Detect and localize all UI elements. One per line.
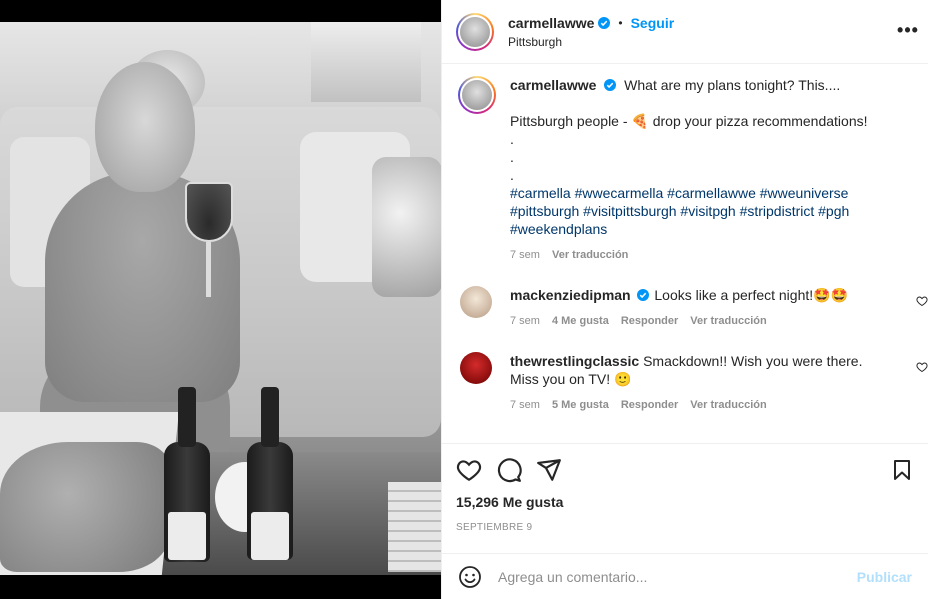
photo-pizza	[0, 442, 170, 572]
comment-meta: 7 sem 4 Me gusta Responder Ver traducció…	[510, 312, 890, 330]
photo-pillow	[372, 157, 441, 297]
small-heart-icon[interactable]	[916, 360, 928, 373]
photo-books	[388, 482, 441, 572]
post-header: carmellawwe • Seguir Pittsburgh •••	[442, 0, 928, 64]
photo-wine-bottle	[247, 387, 293, 560]
commenter-avatar[interactable]	[460, 286, 492, 318]
author-username[interactable]: carmellawwe	[508, 15, 594, 31]
publish-button[interactable]: Publicar	[857, 569, 912, 585]
post-actions: 15,296 Me gusta SEPTIEMBRE 9	[442, 443, 928, 553]
photo-wine-glass-stem	[206, 242, 211, 297]
caption-time[interactable]: 7 sem	[510, 246, 540, 264]
add-comment-bar: Publicar	[442, 553, 928, 599]
share-icon[interactable]	[536, 457, 562, 483]
more-icon[interactable]: •••	[896, 20, 920, 41]
verified-icon	[598, 16, 611, 29]
photo-wine-bottle	[164, 387, 210, 562]
comment-text: Looks like a perfect night!🤩🤩	[654, 287, 849, 303]
caption-text: What are my plans tonight? This....	[624, 77, 841, 93]
emoji-icon[interactable]	[458, 565, 482, 589]
post-media	[0, 0, 441, 599]
caption-avatar[interactable]	[458, 76, 496, 114]
translate-button[interactable]: Ver traducción	[690, 396, 766, 414]
small-heart-icon[interactable]	[916, 294, 928, 307]
likes-count[interactable]: 15,296 Me gusta	[456, 494, 914, 510]
caption-hashtags[interactable]: #weekendplans	[510, 220, 868, 238]
reply-button[interactable]: Responder	[621, 396, 678, 414]
author-avatar[interactable]	[456, 12, 494, 51]
caption-hashtags[interactable]: #pittsburgh #visitpittsburgh #visitpgh #…	[510, 202, 868, 220]
verified-icon	[604, 79, 617, 91]
comment-icon[interactable]	[496, 457, 522, 483]
caption-dot: .	[510, 167, 514, 183]
action-icons	[456, 456, 914, 484]
caption-dot: .	[510, 131, 514, 147]
comment-time[interactable]: 7 sem	[510, 312, 540, 330]
comment-body: mackenziedipman Looks like a perfect nig…	[510, 286, 890, 330]
caption-hashtags[interactable]: #carmella #wwecarmella #carmellawwe #wwe…	[510, 184, 868, 202]
comment-likes[interactable]: 4 Me gusta	[552, 312, 609, 330]
reply-button[interactable]: Responder	[621, 312, 678, 330]
follow-button[interactable]: Seguir	[631, 15, 675, 31]
caption-username[interactable]: carmellawwe	[510, 77, 596, 93]
translate-button[interactable]: Ver traducción	[690, 312, 766, 330]
heart-icon[interactable]	[456, 457, 482, 483]
post-dialog: carmellawwe • Seguir Pittsburgh ••• carm…	[0, 0, 928, 599]
comment-meta: 7 sem 5 Me gusta Responder Ver traducció…	[510, 396, 890, 414]
photo-person-head	[95, 62, 195, 192]
comment-item: thewrestlingclassic Smackdown!! Wish you…	[458, 352, 928, 414]
photo-shelf	[311, 22, 421, 102]
caption-text: Pittsburgh people - 🍕 drop your pizza re…	[510, 113, 868, 129]
verified-icon	[636, 289, 649, 301]
caption-dot: .	[510, 149, 514, 165]
caption: carmellawwe What are my plans tonight? T…	[458, 76, 912, 264]
comment-input[interactable]	[498, 568, 849, 585]
translate-button[interactable]: Ver traducción	[552, 246, 628, 264]
post-details: carmellawwe • Seguir Pittsburgh ••• carm…	[441, 0, 928, 599]
commenter-username[interactable]: thewrestlingclassic	[510, 353, 639, 369]
comment-item: mackenziedipman Looks like a perfect nig…	[458, 286, 928, 330]
post-date[interactable]: SEPTIEMBRE 9	[456, 522, 914, 533]
caption-meta: 7 sem Ver traducción	[510, 246, 868, 264]
commenter-username[interactable]: mackenziedipman	[510, 287, 631, 303]
comment-body: thewrestlingclassic Smackdown!! Wish you…	[510, 352, 890, 414]
author-info: carmellawwe • Seguir Pittsburgh	[508, 15, 674, 49]
comment-likes[interactable]: 5 Me gusta	[552, 396, 609, 414]
comment-time[interactable]: 7 sem	[510, 396, 540, 414]
bookmark-icon[interactable]	[890, 458, 916, 484]
separator-dot: •	[618, 15, 623, 30]
comments-list: carmellawwe What are my plans tonight? T…	[442, 64, 928, 443]
commenter-avatar[interactable]	[460, 352, 492, 384]
caption-body: carmellawwe What are my plans tonight? T…	[510, 76, 868, 264]
photo-wine-glass	[185, 182, 233, 242]
post-photo[interactable]	[0, 22, 441, 575]
location-link[interactable]: Pittsburgh	[508, 35, 674, 49]
